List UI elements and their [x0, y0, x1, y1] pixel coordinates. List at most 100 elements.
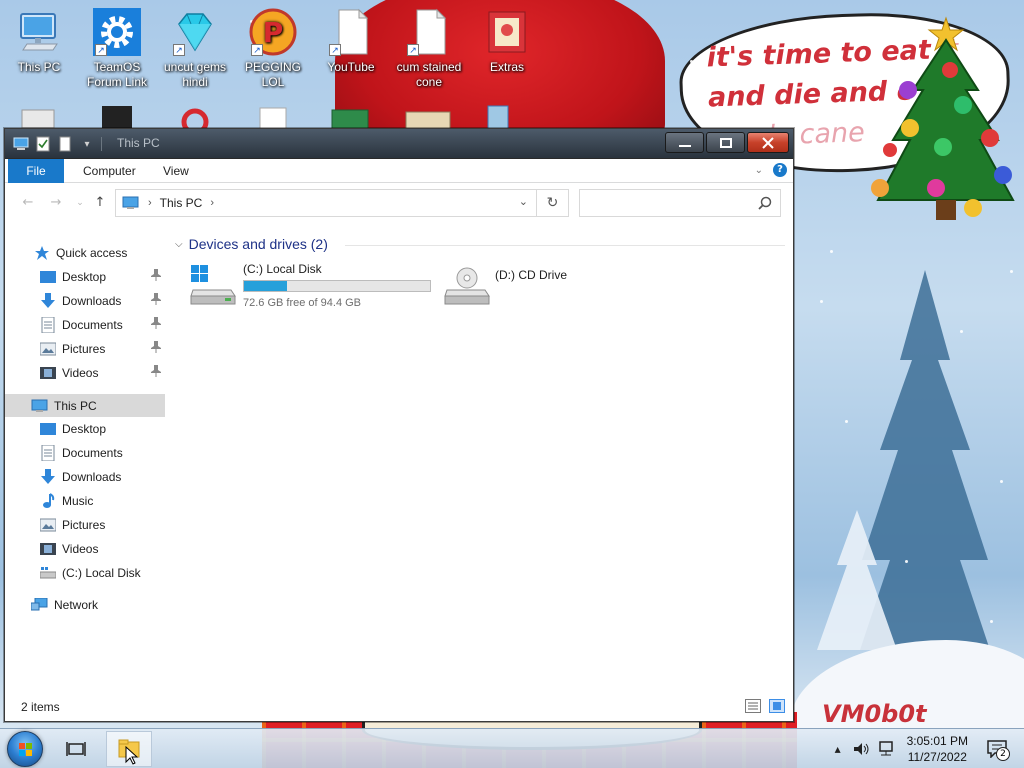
pin-icon[interactable] — [151, 365, 161, 380]
task-view-icon — [66, 742, 86, 756]
clock-date: 11/27/2022 — [907, 750, 967, 764]
action-center-button[interactable]: 2 — [982, 734, 1012, 764]
sidebar-item-network[interactable]: Network — [5, 593, 165, 616]
desktop-icon-pegging-lol[interactable]: P ↗ PEGGING LOL — [236, 8, 310, 90]
sidebar-item-label: Desktop — [62, 269, 107, 284]
desktop-icon-this-pc[interactable]: This PC — [2, 8, 76, 75]
blank-file-icon: ↗ — [405, 8, 453, 56]
properties-icon[interactable] — [35, 136, 51, 152]
desktop-folder-icon — [39, 421, 56, 436]
maximize-button[interactable] — [706, 132, 745, 153]
printer-icon[interactable] — [18, 106, 58, 130]
spreadsheet-icon[interactable] — [330, 108, 370, 130]
close-icon — [762, 136, 774, 149]
explorer-window[interactable]: ▾ This PC File Computer View ⌄ ? ← → ⌄ ↑… — [4, 128, 794, 722]
sidebar-item-quick-pictures[interactable]: Pictures — [5, 337, 165, 360]
minimize-button[interactable] — [665, 132, 704, 153]
star-icon — [33, 245, 50, 260]
start-button[interactable] — [7, 731, 43, 767]
window-titlebar[interactable]: ▾ This PC — [5, 129, 793, 159]
pin-icon[interactable] — [151, 317, 161, 332]
download-arrow-icon — [39, 292, 56, 308]
cd-drive-icon — [444, 267, 490, 305]
sidebar-item-quick-videos[interactable]: Videos — [5, 361, 165, 384]
network-connection-icon[interactable] — [877, 740, 895, 758]
search-icon[interactable] — [758, 196, 772, 210]
desktop-icon-extras[interactable]: Extras — [470, 8, 544, 75]
desktop-icon-youtube[interactable]: ↗ YouTube — [314, 8, 388, 75]
clock[interactable]: 3:05:01 PM 11/27/2022 — [907, 733, 968, 765]
sidebar-item-label: Documents — [62, 445, 123, 460]
pictures-icon — [39, 341, 56, 356]
collapse-chevron-icon[interactable]: ⌵ — [175, 239, 183, 250]
pin-icon[interactable] — [151, 341, 161, 356]
sidebar-item-pc-pictures[interactable]: Pictures — [5, 513, 165, 536]
desktop-icon-teamos-forum-link[interactable]: ↗ TeamOS Forum Link — [80, 8, 154, 90]
tiles-view-icon[interactable] — [769, 699, 785, 713]
sidebar-item-quick-access[interactable]: Quick access — [5, 241, 165, 264]
recent-locations-chevron-icon[interactable]: ⌄ — [71, 194, 89, 212]
address-dropdown-chevron-icon[interactable]: ⌄ — [519, 195, 528, 208]
sidebar-item-quick-downloads[interactable]: Downloads — [5, 289, 165, 312]
volume-icon[interactable] — [853, 740, 871, 758]
windows-logo-icon — [19, 743, 32, 756]
sidebar-item-pc-local-disk[interactable]: (C:) Local Disk — [5, 561, 165, 584]
details-view-icon[interactable] — [745, 699, 761, 713]
blank-file-icon[interactable] — [256, 106, 290, 130]
breadcrumb-item-this-pc[interactable]: This PC — [160, 196, 203, 210]
gear-icon: ↗ — [93, 8, 141, 56]
sidebar-item-this-pc[interactable]: This PC — [5, 394, 165, 417]
group-divider — [345, 245, 785, 246]
tab-file[interactable]: File — [8, 159, 64, 183]
title-divider — [101, 137, 102, 151]
drive-item-d[interactable]: (D:) CD Drive — [443, 262, 603, 312]
back-arrow-icon[interactable]: ← — [19, 194, 37, 212]
sidebar-item-quick-documents[interactable]: Documents — [5, 313, 165, 336]
tab-view[interactable]: View — [149, 159, 203, 183]
ribbon-expand-chevron-icon[interactable]: ⌄ — [755, 165, 763, 176]
sidebar-item-label: Pictures — [62, 517, 106, 532]
group-header-devices-and-drives[interactable]: ⌵ Devices and drives (2) — [175, 236, 328, 252]
desktop-icon-label: uncut gems hindi — [163, 60, 227, 89]
sidebar-item-quick-desktop[interactable]: Desktop — [5, 265, 165, 288]
search-box[interactable] — [579, 189, 781, 217]
address-bar[interactable]: › This PC › ⌄ ↻ — [115, 189, 569, 217]
pin-icon[interactable] — [151, 293, 161, 308]
qat-dropdown-icon[interactable]: ▾ — [79, 136, 95, 152]
refresh-icon[interactable]: ↻ — [536, 190, 568, 216]
sidebar-item-pc-downloads[interactable]: Downloads — [5, 465, 165, 488]
installer-icon[interactable] — [480, 104, 516, 130]
close-button[interactable] — [747, 132, 789, 153]
new-folder-icon[interactable] — [57, 136, 73, 152]
desktop-icon-uncut-gems-hindi[interactable]: ↗ uncut gems hindi — [158, 8, 232, 90]
folder-extras-icon — [483, 8, 531, 56]
sidebar-item-pc-videos[interactable]: Videos — [5, 537, 165, 560]
sidebar-item-pc-desktop[interactable]: Desktop — [5, 417, 165, 440]
tab-computer[interactable]: Computer — [69, 159, 150, 183]
search-input[interactable] — [580, 190, 750, 216]
breadcrumb-separator-icon[interactable]: › — [210, 197, 214, 209]
drive-item-c[interactable]: (C:) Local Disk 72.6 GB free of 94.4 GB — [189, 262, 435, 312]
sidebar-item-label: Pictures — [62, 341, 106, 356]
sidebar-item-label: Videos — [62, 365, 99, 380]
image-file-icon[interactable] — [404, 108, 452, 130]
sidebar-item-pc-music[interactable]: Music — [5, 489, 165, 512]
pin-icon[interactable] — [151, 269, 161, 284]
this-pc-icon — [31, 398, 48, 413]
help-icon[interactable]: ? — [773, 163, 787, 177]
breadcrumb-separator-icon[interactable]: › — [148, 197, 152, 209]
desktop-icon-cum-stained-cone[interactable]: ↗ cum stained cone — [392, 8, 466, 90]
ribbon-tabs: File Computer View ⌄ ? — [5, 159, 793, 183]
desktop-icon-label: This PC — [17, 60, 61, 74]
forward-arrow-icon[interactable]: → — [47, 194, 65, 212]
sidebar-item-pc-documents[interactable]: Documents — [5, 441, 165, 464]
terminal-icon[interactable] — [100, 104, 134, 130]
taskbar-file-explorer[interactable] — [106, 731, 152, 767]
task-view-button[interactable] — [54, 731, 100, 767]
local-disk-windows-icon — [190, 265, 236, 305]
up-arrow-icon[interactable]: ↑ — [91, 194, 109, 212]
notification-count-badge: 2 — [996, 747, 1010, 761]
maximize-icon — [719, 137, 732, 148]
show-hidden-icons-chevron-icon[interactable]: ▴ — [829, 740, 847, 758]
red-ring-icon[interactable] — [174, 108, 216, 130]
